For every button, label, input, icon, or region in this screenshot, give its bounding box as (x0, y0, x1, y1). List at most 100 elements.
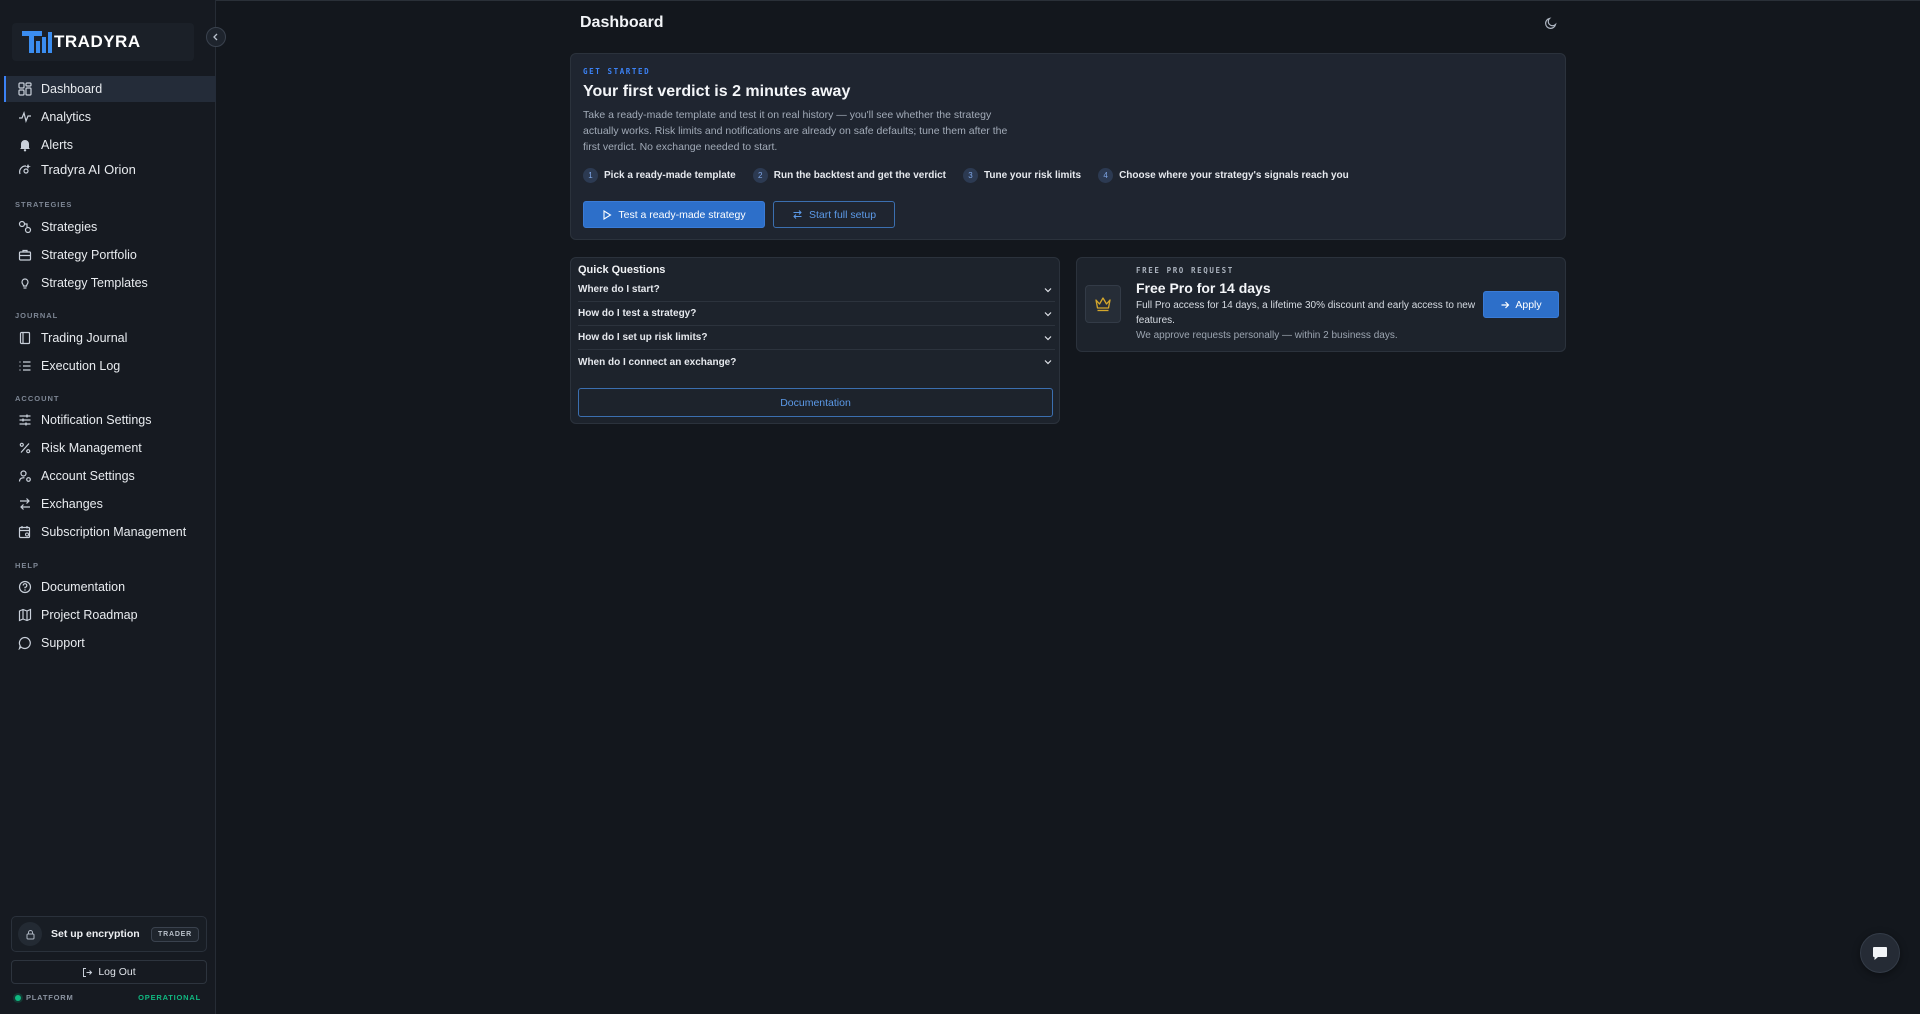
sidebar-item-execution-log[interactable]: Execution Log (4, 353, 216, 379)
collapse-sidebar-button[interactable] (206, 27, 226, 47)
arrow-right-icon (1501, 301, 1510, 308)
quick-questions-card: Quick Questions Where do I start? How do… (570, 257, 1060, 424)
pro-note: We approve requests personally — within … (1136, 330, 1398, 341)
quick-questions-title: Quick Questions (578, 264, 666, 276)
free-pro-card: FREE PRO REQUEST Free Pro for 14 days Fu… (1076, 257, 1566, 352)
top-border (0, 0, 1920, 1)
lightbulb-icon (17, 275, 33, 291)
strategies-icon (17, 219, 33, 235)
pro-eyebrow: FREE PRO REQUEST (1136, 266, 1234, 275)
chevron-down-icon (1044, 287, 1052, 292)
sidebar-item-strategies[interactable]: Strategies (4, 214, 216, 240)
lock-icon (18, 922, 42, 946)
sidebar-item-notification-settings[interactable]: Notification Settings (4, 407, 216, 433)
sidebar-item-label: Alerts (41, 138, 73, 152)
faq-item[interactable]: Where do I start? (578, 278, 1055, 302)
platform-label: PLATFORM (26, 993, 74, 1002)
sidebar-item-strategy-templates[interactable]: Strategy Templates (4, 270, 216, 296)
sidebar-item-dashboard[interactable]: Dashboard (4, 76, 216, 102)
sidebar-item-subscription-management[interactable]: Subscription Management (4, 519, 216, 545)
ai-icon (17, 161, 33, 177)
chevron-down-icon (1044, 311, 1052, 316)
brand-logo[interactable]: TRADYRA (12, 23, 194, 61)
setup-encryption-button[interactable]: Set up encryption TRADER (11, 916, 207, 952)
step-number: 2 (752, 168, 768, 183)
sidebar-item-alerts[interactable]: Alerts (4, 132, 216, 158)
percent-icon (17, 440, 33, 456)
plan-badge: TRADER (151, 926, 199, 942)
status-dot-icon (15, 994, 21, 1001)
sidebar-item-strategy-portfolio[interactable]: Strategy Portfolio (4, 242, 216, 268)
sidebar-item-label: Dashboard (41, 82, 103, 96)
moon-icon (1545, 17, 1557, 29)
sidebar-item-documentation[interactable]: Documentation (4, 574, 216, 600)
apply-button[interactable]: Apply (1483, 291, 1559, 318)
onboarding-steps: 1 Pick a ready-made template 2 Run the b… (583, 168, 1366, 183)
sidebar-item-analytics[interactable]: Analytics (4, 104, 216, 130)
sidebar-item-ai-orion[interactable]: Tradyra AI Orion (4, 156, 216, 182)
step-number: 4 (1098, 168, 1114, 183)
sidebar-item-account-settings[interactable]: Account Settings (4, 463, 216, 489)
sidebar-item-support[interactable]: Support (4, 630, 216, 656)
test-strategy-button[interactable]: Test a ready-made strategy (583, 201, 765, 228)
dashboard-icon (17, 81, 33, 97)
sidebar-item-label: Risk Management (41, 441, 142, 455)
sidebar-item-label: Trading Journal (41, 331, 128, 345)
chevron-down-icon (1044, 360, 1052, 365)
sidebar-item-label: Tradyra AI Orion (41, 161, 136, 177)
step-label: Choose where your strategy's signals rea… (1119, 170, 1349, 181)
section-label-help: HELP (15, 561, 40, 570)
sidebar-item-risk-management[interactable]: Risk Management (4, 435, 216, 461)
get-started-description: Take a ready-made template and test it o… (583, 109, 1008, 153)
platform-status: PLATFORM OPERATIONAL (15, 993, 201, 1002)
sidebar-item-label: Project Roadmap (41, 608, 138, 622)
sliders-icon (17, 412, 33, 428)
documentation-button[interactable]: Documentation (578, 388, 1053, 417)
sidebar-item-label: Strategies (41, 220, 98, 234)
brand-name: TRADYRA (54, 32, 141, 51)
user-cog-icon (17, 468, 33, 484)
pro-description: Full Pro access for 14 days, a lifetime … (1136, 300, 1476, 326)
sidebar-item-exchanges[interactable]: Exchanges (4, 491, 216, 517)
logout-label: Log Out (98, 966, 136, 978)
get-started-eyebrow: GET STARTED (583, 67, 651, 76)
faq-item[interactable]: When do I connect an exchange? (578, 350, 1055, 374)
sidebar-item-label: Support (41, 636, 85, 650)
step-item[interactable]: 1 Pick a ready-made template (583, 168, 736, 183)
faq-item[interactable]: How do I test a strategy? (578, 302, 1055, 326)
exchange-icon (17, 496, 33, 512)
activity-icon (17, 109, 33, 125)
sidebar-item-label: Exchanges (41, 497, 103, 511)
chat-support-button[interactable] (1860, 933, 1900, 973)
chat-icon (1873, 947, 1887, 960)
theme-toggle-button[interactable] (1544, 16, 1560, 32)
section-label-account: ACCOUNT (15, 394, 60, 403)
help-circle-icon (17, 579, 33, 595)
start-full-setup-label: Start full setup (808, 208, 877, 221)
book-icon (17, 330, 33, 346)
faq-question: Where do I start? (578, 284, 660, 295)
faq-question: How do I test a strategy? (578, 308, 697, 319)
sidebar-item-project-roadmap[interactable]: Project Roadmap (4, 602, 216, 628)
step-item[interactable]: 4 Choose where your strategy's signals r… (1098, 168, 1349, 183)
chevron-left-icon (213, 33, 218, 41)
sidebar-item-label: Subscription Management (41, 525, 187, 539)
step-label: Tune your risk limits (984, 170, 1082, 181)
get-started-title: Your first verdict is 2 minutes away (583, 83, 851, 100)
step-label: Pick a ready-made template (604, 170, 736, 181)
logout-icon (83, 967, 93, 977)
step-item[interactable]: 3 Tune your risk limits (963, 168, 1081, 183)
faq-item[interactable]: How do I set up risk limits? (578, 326, 1055, 350)
step-label: Run the backtest and get the verdict (773, 170, 946, 181)
play-icon (603, 209, 612, 220)
tradyra-logo-icon (22, 29, 52, 55)
sidebar: TRADYRA Dashboard Analytics Alerts Trady… (0, 0, 226, 1014)
start-full-setup-button[interactable]: Start full setup (773, 201, 895, 228)
logout-button[interactable]: Log Out (11, 960, 207, 984)
chevron-down-icon (1044, 335, 1052, 340)
step-item[interactable]: 2 Run the backtest and get the verdict (752, 168, 946, 183)
test-strategy-label: Test a ready-made strategy (618, 208, 746, 221)
sidebar-item-label: Analytics (41, 110, 92, 124)
sidebar-item-trading-journal[interactable]: Trading Journal (4, 325, 216, 351)
calendar-cog-icon (17, 524, 33, 540)
